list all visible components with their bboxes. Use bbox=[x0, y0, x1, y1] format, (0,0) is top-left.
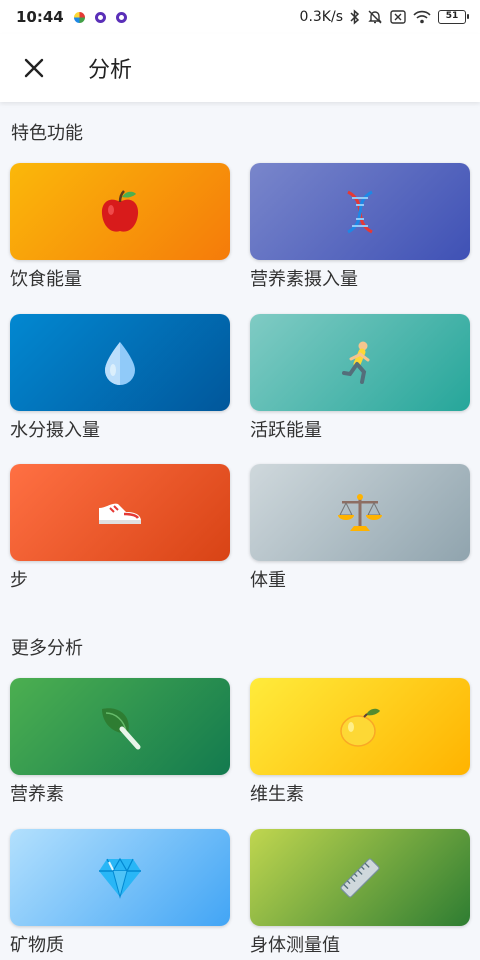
mute-bell-icon bbox=[367, 9, 383, 25]
running-person-icon bbox=[342, 341, 370, 384]
card-vitamins[interactable]: 维生素 bbox=[250, 678, 470, 807]
dna-icon bbox=[347, 190, 373, 233]
bluetooth-icon bbox=[350, 9, 360, 25]
status-bar: 10:44 0.3K/s 51 bbox=[0, 0, 480, 34]
leafy-green-icon bbox=[102, 707, 141, 749]
wifi-icon bbox=[413, 10, 431, 24]
card-body-measurements[interactable]: 身体测量值 bbox=[250, 829, 470, 958]
balance-scale-icon bbox=[338, 493, 382, 531]
sneaker-icon bbox=[99, 503, 141, 524]
card-diet-energy[interactable]: 饮食能量 bbox=[10, 163, 230, 292]
card-nutrient-intake[interactable]: 营养素摄入量 bbox=[250, 163, 470, 292]
card-water-intake[interactable]: 水分摄入量 bbox=[10, 314, 230, 443]
network-speed: 0.3K/s bbox=[299, 9, 343, 25]
card-image bbox=[10, 163, 230, 260]
card-image bbox=[10, 829, 230, 926]
water-drop-icon bbox=[105, 341, 135, 385]
card-image bbox=[10, 314, 230, 411]
card-image bbox=[10, 464, 230, 561]
card-image bbox=[250, 464, 470, 561]
card-label: 活跃能量 bbox=[250, 420, 322, 441]
status-right: 0.3K/s 51 bbox=[299, 9, 469, 25]
battery-icon: 51 bbox=[438, 10, 469, 24]
card-steps[interactable]: 步 bbox=[10, 464, 230, 593]
status-time: 10:44 bbox=[16, 8, 64, 26]
card-label: 身体测量值 bbox=[250, 935, 340, 956]
card-label: 体重 bbox=[250, 570, 286, 591]
section-title-more: 更多分析 bbox=[11, 638, 83, 659]
card-image bbox=[250, 163, 470, 260]
card-image bbox=[250, 314, 470, 411]
section-title-featured: 特色功能 bbox=[11, 123, 83, 144]
app-notification-icon bbox=[94, 11, 106, 23]
analysis-content: 特色功能 饮食能量 营养素摄入量 水分摄入量 活跃能量 步 体重 更多分析 营养… bbox=[0, 102, 480, 960]
ruler-icon bbox=[340, 857, 380, 898]
card-label: 步 bbox=[10, 570, 28, 591]
app-notification-icon bbox=[73, 11, 85, 23]
card-active-energy[interactable]: 活跃能量 bbox=[250, 314, 470, 443]
gem-icon bbox=[99, 857, 141, 899]
card-label: 水分摄入量 bbox=[10, 420, 100, 441]
lemon-icon bbox=[340, 708, 380, 747]
card-weight[interactable]: 体重 bbox=[250, 464, 470, 593]
card-image bbox=[250, 829, 470, 926]
status-left: 10:44 bbox=[16, 8, 127, 26]
card-label: 营养素摄入量 bbox=[250, 269, 358, 290]
apple-icon bbox=[101, 189, 139, 232]
card-label: 矿物质 bbox=[10, 935, 64, 956]
card-label: 营养素 bbox=[10, 784, 64, 805]
page-title: 分析 bbox=[88, 58, 133, 83]
card-image bbox=[10, 678, 230, 775]
card-nutrients[interactable]: 营养素 bbox=[10, 678, 230, 807]
close-icon bbox=[24, 58, 44, 78]
sim-off-icon bbox=[390, 10, 406, 24]
app-bar: 分析 bbox=[0, 34, 480, 102]
card-label: 维生素 bbox=[250, 784, 304, 805]
card-minerals[interactable]: 矿物质 bbox=[10, 829, 230, 958]
card-label: 饮食能量 bbox=[10, 269, 82, 290]
battery-level: 51 bbox=[445, 11, 459, 21]
close-button[interactable] bbox=[10, 44, 58, 92]
app-notification-icon bbox=[115, 11, 127, 23]
card-image bbox=[250, 678, 470, 775]
